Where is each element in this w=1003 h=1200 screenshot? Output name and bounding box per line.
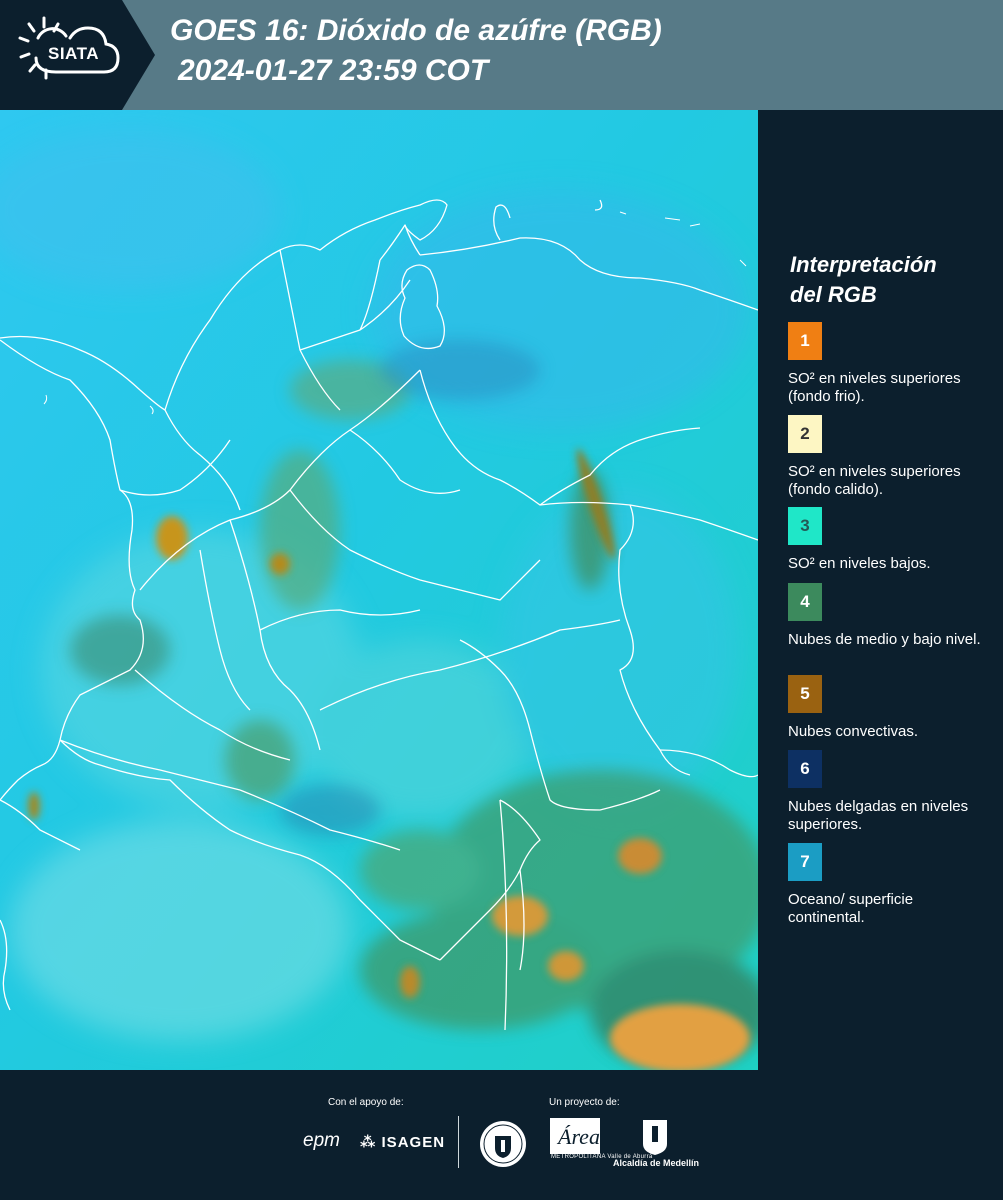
satellite-map xyxy=(0,110,758,1070)
legend-number-7: 7 xyxy=(800,852,810,871)
legend-title: Interpretación del RGB xyxy=(790,250,990,310)
legend-item-1: 1 SO² en niveles superiores (fondo frio)… xyxy=(788,322,993,406)
legend-item-4: 4 Nubes de medio y bajo nivel. xyxy=(788,583,993,649)
legend-item-6: 6 Nubes delgadas en niveles superiores. xyxy=(788,750,993,834)
alcaldia-label: Alcaldía de Medellín xyxy=(613,1158,700,1168)
legend-label-3: SO² en niveles bajos. xyxy=(788,555,931,572)
legend-number-1: 1 xyxy=(800,331,810,350)
support-label: Con el apoyo de: xyxy=(328,1097,404,1108)
legend-swatch-1: 1 xyxy=(788,322,822,360)
medellin-seal-icon xyxy=(479,1120,527,1173)
legend-label-4: Nubes de medio y bajo nivel. xyxy=(788,631,981,648)
legend-item-7: 7 Oceano/ superficie continental. xyxy=(788,843,993,927)
legend-panel: Interpretación del RGB 1 SO² en niveles … xyxy=(758,110,1003,1070)
isagen-logo: ⁂ ISAGEN xyxy=(360,1133,445,1151)
legend-number-4: 4 xyxy=(800,592,810,611)
legend-number-2: 2 xyxy=(800,424,810,443)
legend-swatch-5: 5 xyxy=(788,675,822,713)
legend-swatch-3: 3 xyxy=(788,507,822,545)
isagen-mark-icon: ⁂ xyxy=(360,1134,382,1151)
legend-swatch-6: 6 xyxy=(788,750,822,788)
legend-number-6: 6 xyxy=(800,759,810,778)
footer: Con el apoyo de: Un proyecto de: epm ⁂ I… xyxy=(0,1070,1003,1200)
legend-label-2: SO² en niveles superiores (fondo calido)… xyxy=(788,463,961,498)
page-title: GOES 16: Dióxido de azúfre (RGB) xyxy=(170,14,662,47)
legend-label-5: Nubes convectivas. xyxy=(788,723,919,740)
legend-swatch-2: 2 xyxy=(788,415,822,453)
area-logo-text: Área xyxy=(556,1124,600,1149)
legend-title-line2: del RGB xyxy=(790,282,877,307)
isagen-label: ISAGEN xyxy=(381,1134,446,1151)
legend-title-line1: Interpretación xyxy=(790,252,937,277)
epm-logo: epm xyxy=(303,1130,340,1151)
legend-item-2: 2 SO² en niveles superiores (fondo calid… xyxy=(788,415,993,501)
legend-item-5: 5 Nubes convectivas. xyxy=(788,675,993,741)
legend-number-3: 3 xyxy=(800,516,810,535)
siata-logo: SIATA xyxy=(0,0,155,110)
footer-divider xyxy=(458,1116,459,1168)
legend-swatch-7: 7 xyxy=(788,843,822,881)
header: SIATA GOES 16: Dióxido de azúfre (RGB) 2… xyxy=(0,0,1003,110)
legend-swatch-4: 4 xyxy=(788,583,822,621)
legend-number-5: 5 xyxy=(800,684,810,703)
area-metropolitana-logo: Área xyxy=(550,1118,600,1159)
logo-text: SIATA xyxy=(48,44,99,63)
project-label: Un proyecto de: xyxy=(549,1097,620,1108)
legend-label-7: Oceano/ superficie continental. xyxy=(788,891,914,926)
legend-label-1: SO² en niveles superiores (fondo frio). xyxy=(788,370,961,405)
legend-item-3: 3 SO² en niveles bajos. xyxy=(788,507,993,573)
timestamp: 2024-01-27 23:59 COT xyxy=(178,54,489,87)
alcaldia-crest-icon xyxy=(641,1118,669,1161)
legend-label-6: Nubes delgadas en niveles superiores. xyxy=(788,798,969,833)
